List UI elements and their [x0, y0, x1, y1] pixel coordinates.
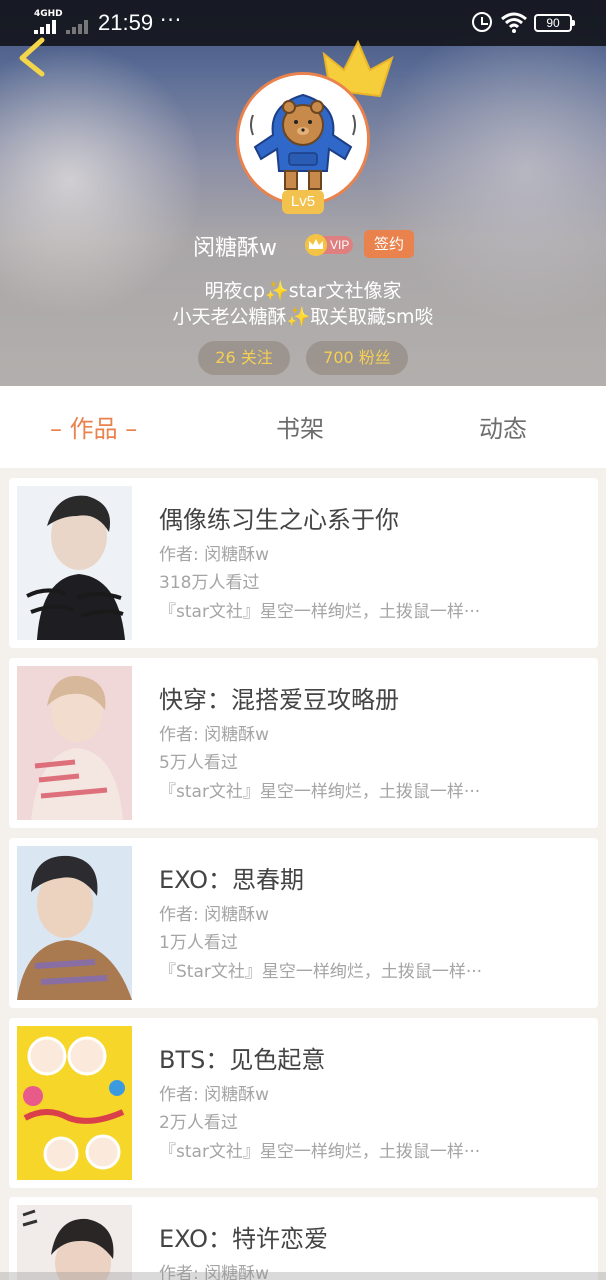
book-author: 作者: 闵糖酥w [159, 725, 270, 745]
status-bar: 4GHD 21:59 ··· 90 [0, 0, 606, 46]
book-read-count: 5万人看过 [159, 753, 238, 773]
book-read-count: 318万人看过 [159, 573, 260, 593]
book-read-count: 1万人看过 [159, 933, 238, 953]
sparkle-icon: ✨ [286, 306, 311, 328]
bio-line-1: 明夜cp✨star文社像家 [204, 280, 402, 302]
book-read-count: 2万人看过 [159, 1113, 238, 1133]
book-description: 『star文社』星空一样绚烂，土拨鼠一样··· [159, 602, 481, 622]
profile-tabs: – 作品 – 书架 动态 [0, 386, 606, 468]
tab-works[interactable]: – 作品 – [50, 386, 137, 468]
bio-line-2: 小天老公糖酥✨取关取藏sm啖 [172, 306, 434, 328]
book-item[interactable]: EXO：特许恋爱 作者: 闵糖酥w [9, 1197, 598, 1280]
book-description: 『Star文社』星空一样绚烂，土拨鼠一样··· [159, 962, 483, 982]
signed-author-badge: 签约 [364, 230, 414, 258]
book-item[interactable]: 快穿：混搭爱豆攻略册 作者: 闵糖酥w 5万人看过 『star文社』星空一样绚烂… [9, 658, 598, 828]
book-title: 快穿：混搭爱豆攻略册 [159, 686, 399, 714]
profile-header: 4GHD 21:59 ··· 90 Lv5 闵糖酥w VIP 签约 明夜cp✨s… [0, 0, 606, 386]
signal-icon [34, 20, 62, 34]
sparkle-icon: ✨ [265, 280, 289, 302]
avatar-image [236, 72, 370, 206]
book-cover [17, 666, 132, 820]
user-row: 闵糖酥w VIP 签约 [0, 228, 606, 262]
tab-bookshelf[interactable]: 书架 [276, 386, 324, 468]
book-title: 偶像练习生之心系于你 [159, 506, 399, 534]
wifi-icon [501, 12, 527, 33]
book-author: 作者: 闵糖酥w [159, 1085, 270, 1105]
level-badge: Lv5 [282, 190, 324, 214]
book-title: EXO：特许恋爱 [159, 1225, 328, 1253]
book-author: 作者: 闵糖酥w [159, 905, 270, 925]
book-cover [17, 486, 132, 640]
book-item[interactable]: EXO：思春期 作者: 闵糖酥w 1万人看过 『Star文社』星空一样绚烂，土拨… [9, 838, 598, 1008]
clock: 21:59 [98, 10, 154, 35]
book-description: 『star文社』星空一样绚烂，土拨鼠一样··· [159, 782, 481, 802]
book-title: BTS：见色起意 [159, 1046, 326, 1074]
book-item[interactable]: BTS：见色起意 作者: 闵糖酥w 2万人看过 『star文社』星空一样绚烂，土… [9, 1018, 598, 1188]
book-author: 作者: 闵糖酥w [159, 545, 270, 565]
following-count-button[interactable]: 26 关注 [198, 341, 290, 375]
book-item[interactable]: 偶像练习生之心系于你 作者: 闵糖酥w 318万人看过 『star文社』星空一样… [9, 478, 598, 648]
book-description: 『star文社』星空一样绚烂，土拨鼠一样··· [159, 1142, 481, 1162]
book-cover [17, 1026, 132, 1180]
bear-avatar-illustration [239, 75, 367, 203]
vip-badge[interactable]: VIP [304, 233, 356, 257]
tab-activity[interactable]: 动态 [479, 386, 527, 468]
back-button[interactable] [14, 36, 54, 78]
signal-2-icon [66, 20, 94, 34]
username: 闵糖酥w [193, 236, 277, 261]
bottom-edge [0, 1272, 606, 1280]
fans-count-button[interactable]: 700 粉丝 [306, 341, 408, 375]
book-title: EXO：思春期 [159, 866, 304, 894]
book-cover [17, 846, 132, 1000]
avatar[interactable] [236, 72, 370, 206]
vip-crown-icon [305, 234, 327, 256]
more-notifications-icon: ··· [160, 8, 183, 32]
book-cover [17, 1205, 132, 1280]
battery-icon: 90 [534, 14, 575, 32]
alarm-icon [472, 12, 492, 32]
network-type: 4GHD [34, 9, 63, 19]
